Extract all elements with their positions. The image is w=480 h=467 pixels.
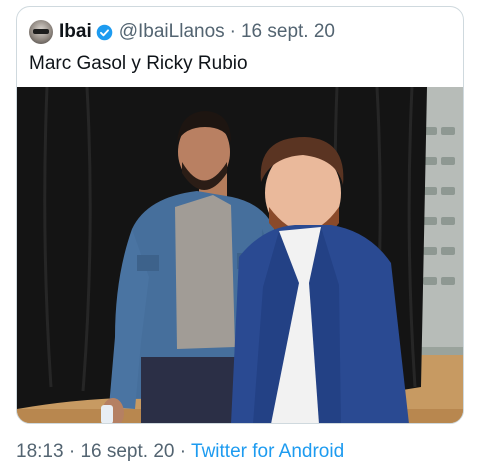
- tweet-time[interactable]: 18:13: [16, 441, 64, 462]
- author-display-name[interactable]: Ibai: [59, 21, 92, 43]
- tweet-header: Ibai @IbaiLlanos · 16 sept. 20: [29, 19, 335, 45]
- author-handle[interactable]: @IbaiLlanos: [119, 21, 225, 43]
- tweet-text: Marc Gasol y Ricky Rubio: [29, 53, 248, 74]
- tweet-photo[interactable]: [17, 87, 463, 423]
- footer-date[interactable]: 16 sept. 20: [80, 441, 174, 462]
- verified-badge-icon: [96, 24, 113, 40]
- tweet-source-link[interactable]: Twitter for Android: [191, 441, 344, 462]
- author-avatar[interactable]: [29, 20, 53, 44]
- tweet-date[interactable]: 16 sept. 20: [241, 21, 335, 43]
- tweet-footer: 18:13 · 16 sept. 20 · Twitter for Androi…: [16, 441, 344, 463]
- header-separator: ·: [229, 21, 236, 42]
- footer-separator: ·: [179, 441, 187, 462]
- footer-separator: ·: [68, 441, 76, 462]
- tweet-card[interactable]: Ibai @IbaiLlanos · 16 sept. 20 Marc Gaso…: [16, 6, 464, 424]
